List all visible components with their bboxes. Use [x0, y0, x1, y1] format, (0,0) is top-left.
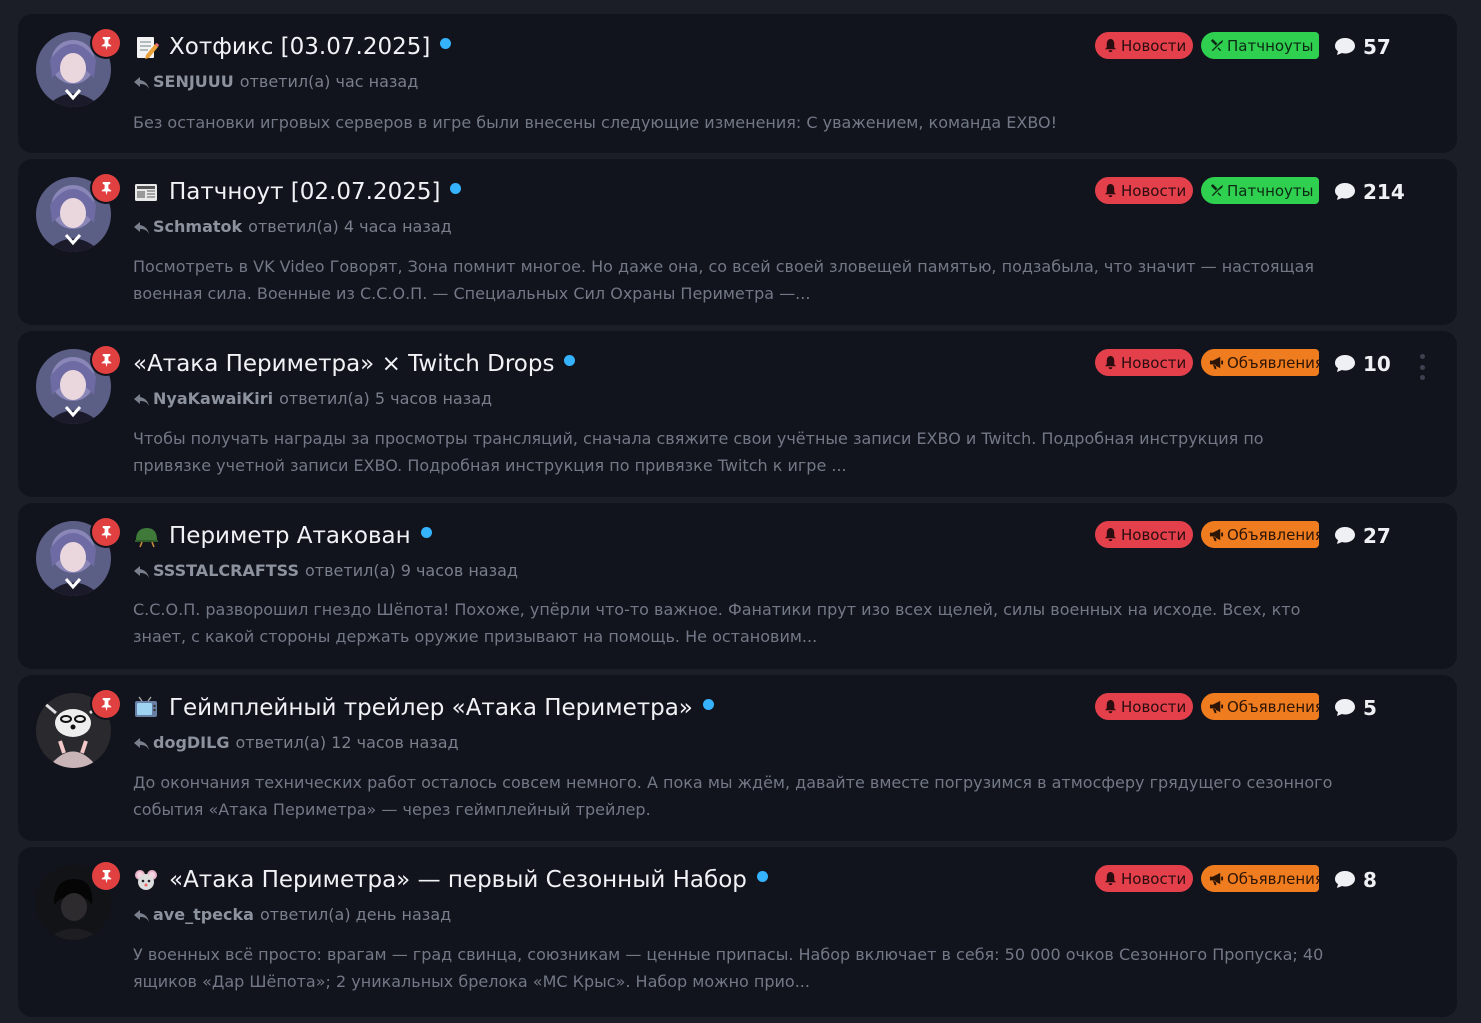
comment-count[interactable]: 5 [1334, 696, 1377, 720]
topic-card[interactable]: «Атака Периметра» — первый Сезонный Набо… [18, 847, 1457, 1017]
unread-indicator [756, 870, 768, 882]
reply-icon [133, 736, 150, 750]
reply-time: ответил(а) 4 часа назад [248, 217, 452, 236]
unread-indicator [564, 354, 576, 366]
comment-icon [1335, 38, 1355, 55]
topic-card[interactable]: «Атака Периметра» × Twitch Drops NyaKawa… [18, 331, 1457, 497]
unread-indicator [450, 182, 462, 194]
comment-icon [1335, 871, 1355, 888]
tools-icon [1210, 183, 1224, 197]
topic-title[interactable]: Геймплейный трейлер «Атака Периметра» [169, 695, 693, 721]
reply-icon [133, 564, 150, 578]
comment-icon [1335, 527, 1355, 544]
tag-news[interactable]: Новости [1095, 349, 1193, 376]
reply-username[interactable]: Schmatok [153, 217, 242, 236]
memo-icon [133, 34, 159, 60]
reply-icon [133, 392, 150, 406]
comment-count[interactable]: 27 [1334, 524, 1391, 548]
bell-icon [1104, 183, 1117, 198]
unread-indicator [702, 698, 714, 710]
reply-time: ответил(а) 5 часов назад [279, 389, 493, 408]
reply-icon [133, 220, 150, 234]
reply-icon [133, 75, 150, 89]
tag-news[interactable]: Новости [1095, 177, 1193, 204]
topic-title[interactable]: «Атака Периметра» — первый Сезонный Набо… [169, 867, 747, 893]
topic-title[interactable]: Патчноут [02.07.2025] [169, 179, 440, 205]
reply-time: ответил(а) час назад [239, 72, 419, 91]
topic-card[interactable]: Патчноут [02.07.2025] Schmatok ответил(а… [18, 159, 1457, 325]
bell-icon [1104, 871, 1117, 886]
reply-icon [133, 908, 150, 922]
tag-announcements[interactable]: Объявления [1201, 865, 1319, 892]
bell-icon [1104, 699, 1117, 714]
topic-excerpt: Чтобы получать награды за просмотры тран… [133, 429, 1264, 475]
megaphone-icon [1209, 356, 1224, 370]
tag-announcements[interactable]: Объявления [1201, 521, 1319, 548]
pin-icon [92, 346, 120, 374]
more-options-icon[interactable] [1418, 354, 1426, 380]
comment-count[interactable]: 214 [1334, 180, 1405, 204]
newspaper-icon [133, 179, 159, 205]
tag-news[interactable]: Новости [1095, 693, 1193, 720]
pin-icon [92, 518, 120, 546]
topic-card[interactable]: Хотфикс [03.07.2025] SENJUUU ответил(а) … [18, 14, 1457, 153]
topic-card[interactable]: Периметр Атакован SSSTALCRAFTSS ответил(… [18, 503, 1457, 669]
comment-count[interactable]: 10 [1334, 352, 1391, 376]
bell-icon [1104, 355, 1117, 370]
topic-title[interactable]: Периметр Атакован [169, 523, 411, 549]
mouse-face-icon [133, 867, 159, 893]
comment-icon [1335, 355, 1355, 372]
comment-count[interactable]: 8 [1334, 868, 1377, 892]
tag-news[interactable]: Новости [1095, 521, 1193, 548]
tag-news[interactable]: Новости [1095, 32, 1193, 59]
topic-excerpt: До окончания технических работ осталось … [133, 773, 1333, 819]
bell-icon [1104, 527, 1117, 542]
unread-indicator [420, 526, 432, 538]
reply-time: ответил(а) день назад [259, 905, 452, 924]
reply-username[interactable]: SSSTALCRAFTSS [153, 561, 299, 580]
tools-icon [1210, 38, 1224, 52]
comment-count[interactable]: 57 [1334, 35, 1391, 59]
megaphone-icon [1209, 528, 1224, 542]
tag-patchnotes[interactable]: Патчноуты [1201, 177, 1319, 204]
topic-excerpt: У военных всё просто: врагам — град свин… [133, 945, 1324, 991]
tag-patchnotes[interactable]: Патчноуты [1201, 32, 1319, 59]
reply-time: ответил(а) 12 часов назад [235, 733, 459, 752]
reply-username[interactable]: SENJUUU [153, 72, 234, 91]
topic-title[interactable]: «Атака Периметра» × Twitch Drops [133, 351, 554, 377]
reply-username[interactable]: dogDILG [153, 733, 229, 752]
pin-icon [92, 690, 120, 718]
megaphone-icon [1209, 700, 1224, 714]
tag-announcements[interactable]: Объявления [1201, 693, 1319, 720]
unread-indicator [440, 37, 452, 49]
megaphone-icon [1209, 872, 1224, 886]
topic-list: Хотфикс [03.07.2025] SENJUUU ответил(а) … [18, 14, 1457, 1023]
topic-card[interactable]: Геймплейный трейлер «Атака Периметра» do… [18, 675, 1457, 841]
comment-icon [1335, 699, 1355, 716]
tag-news[interactable]: Новости [1095, 865, 1193, 892]
topic-title[interactable]: Хотфикс [03.07.2025] [169, 34, 430, 60]
pin-icon [92, 174, 120, 202]
reply-time: ответил(а) 9 часов назад [305, 561, 518, 580]
tag-announcements[interactable]: Объявления [1201, 349, 1319, 376]
television-icon [133, 695, 159, 721]
reply-username[interactable]: ave_tpecka [153, 905, 254, 924]
topic-excerpt: Без остановки игровых серверов в игре бы… [133, 113, 1058, 132]
pin-icon [92, 862, 120, 890]
reply-username[interactable]: NyaKawaiKiri [153, 389, 273, 408]
comment-icon [1335, 183, 1355, 200]
topic-excerpt: Посмотреть в VK Video Говорят, Зона помн… [133, 257, 1314, 303]
topic-excerpt: С.С.О.П. разворошил гнездо Шёпота! Похож… [133, 600, 1301, 646]
military-helmet-icon [133, 523, 159, 549]
bell-icon [1104, 38, 1117, 53]
pin-icon [92, 29, 120, 57]
